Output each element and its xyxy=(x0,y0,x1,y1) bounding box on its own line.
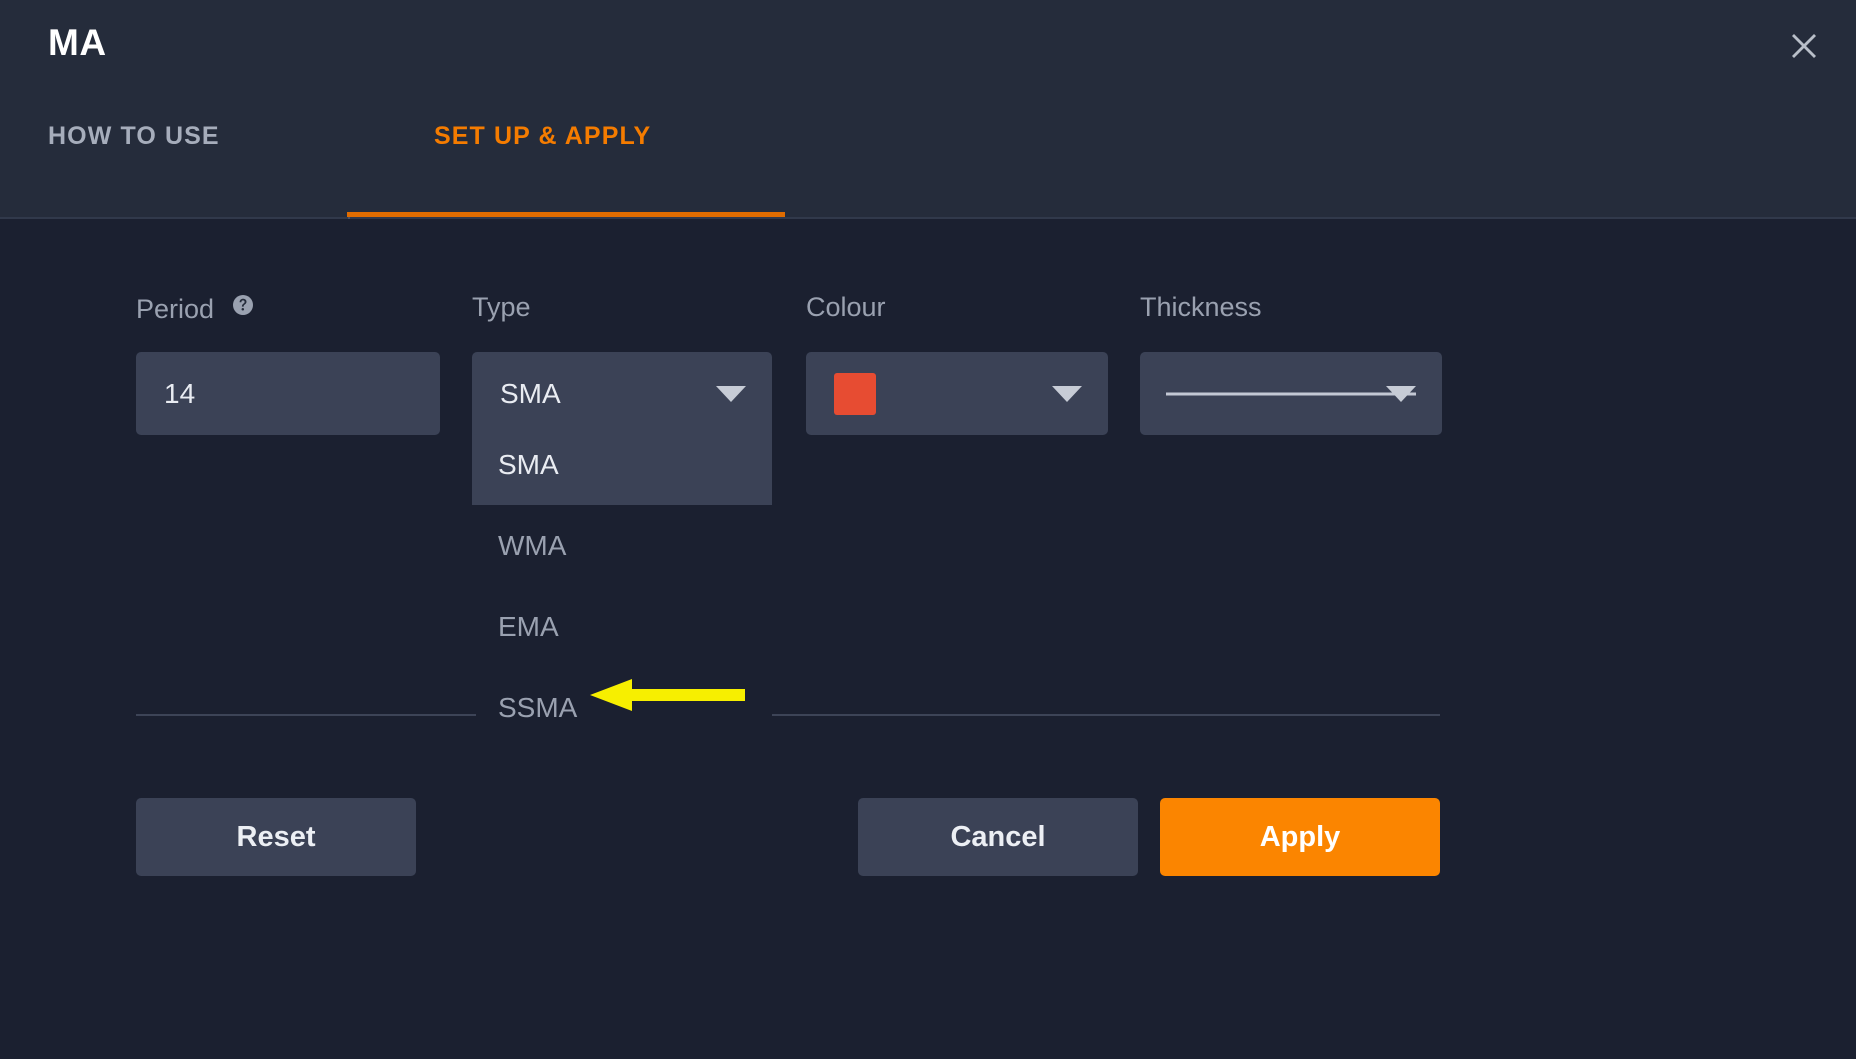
reset-button[interactable]: Reset xyxy=(136,798,416,876)
thickness-select[interactable] xyxy=(1140,352,1442,435)
type-select[interactable]: SMA xyxy=(472,352,772,435)
ma-indicator-dialog: MA HOW TO USE SET UP & APPLY Period 14 T… xyxy=(0,0,1856,1059)
tab-set-up-apply[interactable]: SET UP & APPLY xyxy=(434,100,651,219)
line-thickness-preview-icon xyxy=(1166,392,1416,395)
dropdown-option-wma-label: WMA xyxy=(498,530,567,561)
dialog-body: Period 14 Type SMA SMA WMA EMA SSMA Colo… xyxy=(0,219,1856,1059)
period-label-text: Period xyxy=(136,294,215,324)
period-label: Period xyxy=(136,292,254,325)
dropdown-option-ssma[interactable]: SSMA xyxy=(472,667,772,748)
type-label: Type xyxy=(472,292,531,323)
dropdown-option-ema-label: EMA xyxy=(498,611,559,642)
footer-divider-left xyxy=(136,714,476,716)
apply-button[interactable]: Apply xyxy=(1160,798,1440,876)
dropdown-option-ssma-label: SSMA xyxy=(498,692,578,723)
dialog-header: MA HOW TO USE SET UP & APPLY xyxy=(0,0,1856,272)
cancel-button[interactable]: Cancel xyxy=(858,798,1138,876)
chevron-down-icon xyxy=(1052,385,1082,402)
apply-button-label: Apply xyxy=(1259,820,1341,853)
dropdown-option-wma[interactable]: WMA xyxy=(472,505,772,586)
help-circle-icon[interactable] xyxy=(232,292,254,323)
period-value: 14 xyxy=(164,377,196,409)
colour-label-text: Colour xyxy=(806,292,886,322)
type-dropdown-list: SMA WMA EMA SSMA xyxy=(472,424,772,748)
dropdown-option-ema[interactable]: EMA xyxy=(472,586,772,667)
reset-button-label: Reset xyxy=(236,820,316,853)
tab-how-to-use-label: HOW TO USE xyxy=(48,122,220,150)
period-input[interactable]: 14 xyxy=(136,352,440,435)
tab-how-to-use[interactable]: HOW TO USE xyxy=(48,100,220,219)
page-title: MA xyxy=(48,22,107,63)
colour-label: Colour xyxy=(806,292,886,323)
close-icon[interactable] xyxy=(1780,22,1828,70)
thickness-label-text: Thickness xyxy=(1140,292,1262,322)
cancel-button-label: Cancel xyxy=(950,820,1046,853)
dropdown-option-sma[interactable]: SMA xyxy=(472,424,772,505)
chevron-down-icon xyxy=(1386,385,1416,402)
tab-bar: HOW TO USE SET UP & APPLY xyxy=(0,100,1856,272)
type-label-text: Type xyxy=(472,292,531,322)
thickness-label: Thickness xyxy=(1140,292,1262,323)
tab-set-up-apply-label: SET UP & APPLY xyxy=(434,122,652,150)
active-tab-indicator xyxy=(347,212,785,217)
footer-divider-right xyxy=(772,714,1440,716)
chevron-down-icon xyxy=(716,385,746,402)
type-value: SMA xyxy=(500,377,561,409)
dropdown-option-sma-label: SMA xyxy=(498,449,559,480)
colour-select[interactable] xyxy=(806,352,1108,435)
colour-swatch xyxy=(834,372,876,415)
